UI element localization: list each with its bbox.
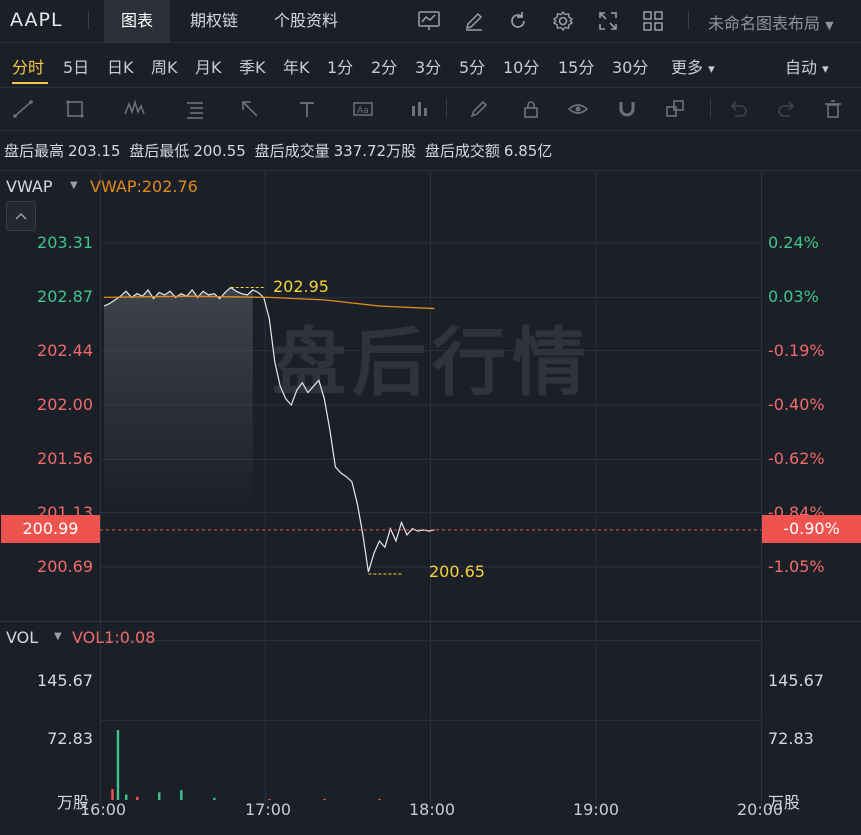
x-tick: 18:00: [409, 800, 456, 819]
vol-tick-left: 72.83: [47, 729, 93, 748]
pane-divider: [0, 621, 861, 622]
y-tick-right: -0.19%: [768, 341, 825, 360]
y-tick-left: 203.31: [37, 233, 93, 252]
y-tick-right: -0.62%: [768, 449, 825, 468]
volume-bar: [323, 798, 326, 800]
low-marker-label: 200.65: [429, 562, 485, 581]
y-tick-right: 0.24%: [768, 233, 819, 252]
vol-value: VOL1:0.08: [72, 628, 156, 647]
y-tick-right: -0.40%: [768, 395, 825, 414]
price-area-fill: [104, 287, 253, 510]
current-price-box: 200.99: [1, 515, 100, 543]
volume-bar: [180, 790, 183, 800]
y-tick-right: -1.05%: [768, 557, 825, 576]
y-tick-left: 202.87: [37, 287, 93, 306]
y-tick-left: 202.00: [37, 395, 93, 414]
vol-tick-right: 72.83: [768, 729, 814, 748]
vol-indicator-name[interactable]: VOL: [6, 628, 38, 647]
vol-tick-right: 145.67: [768, 671, 824, 690]
y-tick-left: 200.69: [37, 557, 93, 576]
x-tick: 19:00: [573, 800, 620, 819]
y-tick-right: 0.03%: [768, 287, 819, 306]
high-marker-label: 202.95: [273, 277, 329, 296]
volume-bar: [136, 796, 139, 800]
price-chart[interactable]: 盘后行情: [0, 0, 861, 835]
volume-bar: [158, 792, 161, 800]
x-tick: 16:00: [80, 800, 127, 819]
y-tick-left: 201.56: [37, 449, 93, 468]
x-tick: 17:00: [245, 800, 292, 819]
volume-bar: [378, 798, 381, 800]
chevron-down-icon[interactable]: ▼: [54, 631, 62, 642]
volume-bar: [213, 797, 216, 800]
vol-tick-left: 145.67: [37, 671, 93, 690]
x-tick: 20:00: [737, 800, 784, 819]
current-pct-box: -0.90%: [762, 515, 861, 543]
volume-bar: [116, 730, 120, 800]
watermark: 盘后行情: [272, 320, 592, 406]
volume-bar: [111, 789, 114, 800]
y-tick-left: 202.44: [37, 341, 93, 360]
